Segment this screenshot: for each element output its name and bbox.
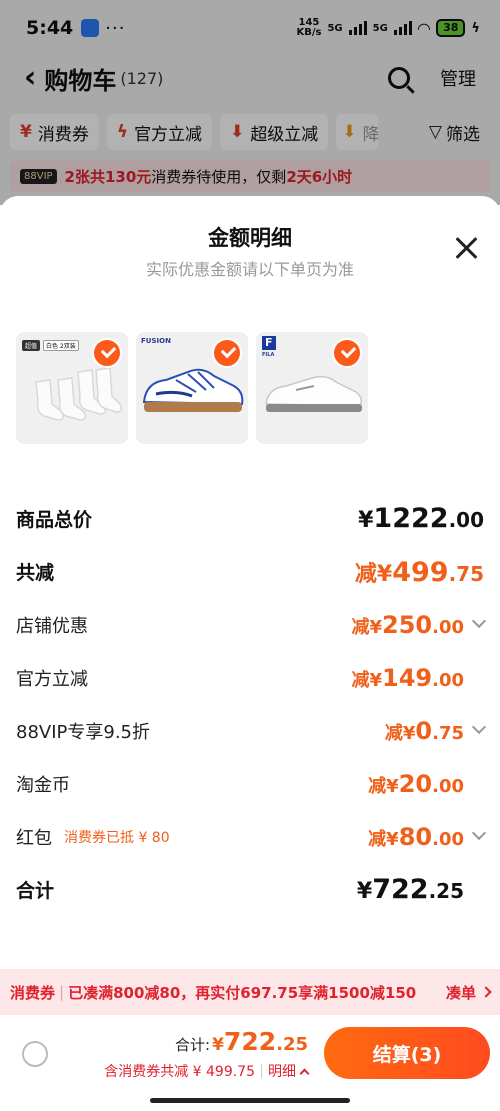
value-int: 0 [415,716,433,745]
product-thumbnail-socks[interactable]: 超值 白色 2双装 [16,332,128,444]
product-tag: 白色 2双装 [43,340,79,351]
checkout-button[interactable]: 结算(3) [324,1027,490,1079]
product-tag: 超值 [22,340,41,351]
row-value: ¥1222.00 [358,503,484,534]
row-value: 减¥ 20.00 [368,770,464,798]
coupon-promo-bar[interactable]: 消费券 | 已凑满800减80，再实付697.75享满1500减150 凑单 [0,969,500,1015]
value-dec: .00 [432,775,464,797]
row-taojinbi: 淘金币 减¥ 20.00 [0,757,500,810]
row-value: 减¥ 149.00 [351,664,464,692]
total-label: 合计: [175,1036,211,1054]
coupon-note: 消费券已抵 ¥ 80 [64,829,170,846]
row-label: 共减 [16,562,55,584]
gather-order-label: 凑单 [445,983,476,1002]
row-value: ¥722.25 [357,874,464,905]
selected-check-icon[interactable] [332,338,362,368]
checkout-footer: 合计: ¥ 722 .25 含消费券共减 ¥ 499.75 明细 结算(3) [0,1015,500,1095]
saving-text: 含消费券共减 ¥ 499.75 [104,1064,255,1080]
selected-check-icon[interactable] [212,338,242,368]
row-goods-total: 商品总价 ¥1222.00 [0,492,500,545]
promo-divider: | [59,983,65,1001]
brand-name: FILA [262,352,275,358]
selected-check-icon[interactable] [92,338,122,368]
value-prefix: ¥ [356,879,373,904]
product-tags: 超值 白色 2双装 [22,340,79,351]
total-prefix: ¥ [212,1035,224,1055]
sheet-subtitle: 实际优惠金额请以下单页为准 [145,260,354,279]
modal-overlay[interactable] [0,0,500,205]
value-prefix: 减¥ [351,616,382,638]
row-red-packet[interactable]: 红包 消费券已抵 ¥ 80 减¥ 80.00 [0,810,500,863]
value-dec: .00 [432,828,464,850]
home-indicator [150,1098,350,1103]
chevron-down-icon[interactable] [471,825,487,840]
value-prefix: 减¥ [368,775,399,797]
product-thumbnail-sneaker-white[interactable]: FILA [256,332,368,444]
value-int: 20 [398,769,433,798]
gather-order-button[interactable]: 凑单 [445,982,492,1003]
select-all-checkbox[interactable] [22,1041,48,1067]
row-label: 淘金币 [16,774,70,796]
promo-tag: 消费券 [10,983,56,1002]
row-label: 商品总价 [16,509,93,531]
brand-logo: FUSION [141,337,171,345]
row-subtotal: 合计 ¥722.25 [0,863,500,916]
sheet-title: 金额明细 [208,226,292,250]
value-int: 722 [372,874,429,905]
value-dec: .00 [432,616,464,638]
row-label: 店铺优惠 [16,615,88,637]
product-thumbnail-sneaker-blue[interactable]: FUSION [136,332,248,444]
value-prefix: 减¥ [368,828,399,850]
value-prefix: 减¥ [351,669,382,691]
row-value: 减¥ 80.00 [368,823,464,851]
footer-total: 合计: ¥ 722 .25 [175,1027,308,1056]
value-dec: .75 [448,561,484,586]
total-dec: .25 [276,1034,308,1055]
product-thumbnails: 超值 白色 2双装 FUSION F FILA [16,332,368,444]
value-prefix: 减¥ [354,561,393,587]
chevron-down-icon[interactable] [471,613,487,628]
value-int: 250 [382,610,433,639]
row-vip-discount[interactable]: 88VIP专享9.5折 减¥ 0.75 [0,704,500,757]
fila-logo [262,336,276,350]
value-int: 499 [392,556,449,588]
value-dec: .75 [432,722,464,744]
row-label: 官方立减 [16,668,88,690]
row-value: 减¥ 0.75 [385,717,464,745]
value-dec: .25 [428,879,464,903]
value-dec: .00 [432,669,464,691]
amount-rows: 商品总价 ¥1222.00 共减 减¥ 499.75 店铺优惠 减¥ 250.00 … [0,492,500,916]
row-value: 减¥ 250.00 [351,611,464,639]
row-value: 减¥ 499.75 [355,556,484,588]
total-int: 722 [223,1027,277,1056]
row-label: 红包 [16,827,52,849]
divider [261,1064,262,1078]
chevron-right-icon [480,986,492,998]
row-total-discount: 共减 减¥ 499.75 [0,545,500,598]
row-official-discount: 官方立减 减¥ 149.00 [0,651,500,704]
close-icon[interactable] [454,236,478,260]
saving-summary: 含消费券共减 ¥ 499.75 明细 [104,1061,310,1081]
row-label: 合计 [16,880,55,902]
chevron-up-icon[interactable] [299,1068,310,1078]
value-dec: .00 [448,508,484,532]
value-prefix: 减¥ [384,722,416,744]
row-store-discount[interactable]: 店铺优惠 减¥ 250.00 [0,598,500,651]
chevron-down-icon[interactable] [471,719,487,734]
row-label: 88VIP专享9.5折 [16,721,151,743]
promo-text: 已凑满800减80，再实付697.75享满1500减150 [68,983,417,1002]
detail-toggle[interactable]: 明细 [268,1061,296,1081]
value-int: 80 [398,822,433,851]
value-int: 1222 [373,503,449,534]
value-prefix: ¥ [358,508,374,533]
value-int: 149 [382,663,433,692]
